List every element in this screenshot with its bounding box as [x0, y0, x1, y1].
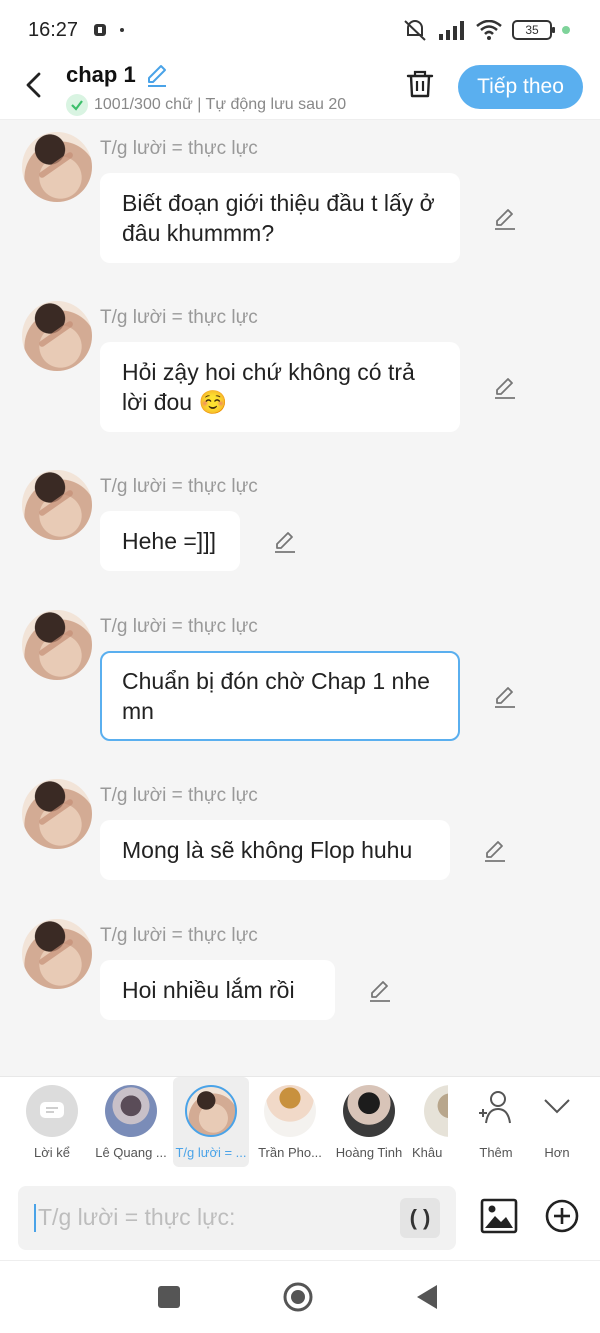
add-person-icon: [479, 1091, 511, 1124]
author-avatar[interactable]: [22, 470, 92, 540]
character-avatar: [105, 1085, 157, 1137]
message-author: T/g lười = thực lực: [100, 925, 258, 946]
home-icon[interactable]: [282, 1281, 314, 1313]
character-avatar: [424, 1085, 448, 1137]
next-button[interactable]: Tiếp theo: [458, 65, 583, 109]
author-avatar[interactable]: [22, 132, 92, 202]
character-khau[interactable]: Khâu: [410, 1077, 448, 1167]
message-bubble[interactable]: Hehe =]]]: [100, 511, 240, 571]
wifi-icon: [476, 20, 502, 40]
author-avatar[interactable]: [22, 919, 92, 989]
character-tg-luoi[interactable]: T/g lười = ...: [173, 1077, 249, 1167]
character-label: Hoàng Tinh: [335, 1145, 403, 1160]
parentheses-button[interactable]: ( ): [400, 1198, 440, 1238]
app-notification-icon: [94, 24, 107, 36]
battery-icon: 35: [512, 20, 555, 40]
trash-icon[interactable]: [404, 68, 436, 100]
chapter-title[interactable]: chap 1: [66, 62, 136, 88]
author-avatar[interactable]: [22, 610, 92, 680]
character-label: T/g lười = ...: [175, 1145, 247, 1160]
character-avatar: [343, 1085, 395, 1137]
recent-apps-icon[interactable]: [157, 1285, 181, 1309]
character-label: Hơn: [544, 1145, 570, 1160]
edit-title-pencil-icon[interactable]: [144, 62, 170, 88]
chevron-down-icon: [544, 1099, 570, 1114]
character-label: Khâu: [412, 1145, 443, 1160]
edit-message-pencil-icon[interactable]: [367, 978, 393, 1004]
chapter-title-block: chap 1 1001/300 chữ | Tự động lưu sau 20: [66, 62, 382, 116]
privacy-indicator-icon: [562, 26, 570, 34]
character-label: Thêm: [479, 1145, 513, 1160]
text-caret: [34, 1204, 36, 1232]
back-icon[interactable]: [415, 1283, 439, 1311]
message-author: T/g lười = thực lực: [100, 307, 258, 328]
character-narrator[interactable]: Lời kể: [14, 1077, 90, 1167]
character-tran-pho[interactable]: Trần Pho...: [252, 1077, 328, 1167]
signal-icon: [439, 21, 464, 40]
message-bubble[interactable]: Biết đoạn giới thiệu đầu t lấy ở đâu khu…: [100, 173, 460, 263]
narrator-icon: [26, 1085, 78, 1137]
message-bubble[interactable]: Hoi nhiều lắm rồi: [100, 960, 335, 1020]
composer-bar: T/g lười = thực lực: ( ): [0, 1176, 600, 1260]
edit-message-pencil-icon[interactable]: [272, 529, 298, 555]
image-icon[interactable]: [480, 1198, 518, 1234]
system-navigation-bar: [0, 1260, 600, 1333]
character-selector-bar: Lời kể Lê Quang ... T/g lười = ... Trần …: [0, 1076, 600, 1176]
character-hoang-tinh[interactable]: Hoàng Tinh: [331, 1077, 407, 1167]
author-avatar[interactable]: [22, 779, 92, 849]
status-dot-icon: [120, 28, 125, 32]
status-time: 16:27: [28, 18, 79, 41]
add-character-button[interactable]: Thêm: [460, 1077, 532, 1167]
message-input[interactable]: T/g lười = thực lực: ( ): [18, 1186, 456, 1250]
message-author: T/g lười = thực lực: [100, 616, 258, 637]
more-characters-button[interactable]: Hơn: [530, 1077, 584, 1167]
message-bubble[interactable]: Chuẩn bị đón chờ Chap 1 nhe mn: [100, 651, 460, 741]
character-label: Lê Quang ...: [95, 1145, 167, 1160]
message-bubble[interactable]: Mong là sẽ không Flop huhu: [100, 820, 450, 880]
character-avatar: [185, 1085, 237, 1137]
message-author: T/g lười = thực lực: [100, 785, 258, 806]
character-avatar: [264, 1085, 316, 1137]
message-bubble[interactable]: Hỏi zậy hoi chứ không có trả lời đou ☺️: [100, 342, 460, 432]
plus-circle-icon[interactable]: [544, 1198, 580, 1234]
author-avatar[interactable]: [22, 301, 92, 371]
back-arrow-icon[interactable]: [20, 70, 50, 100]
edit-message-pencil-icon[interactable]: [482, 838, 508, 864]
status-bar: 16:27 35: [0, 0, 600, 60]
message-author: T/g lười = thực lực: [100, 476, 258, 497]
character-le-quang[interactable]: Lê Quang ...: [93, 1077, 169, 1167]
mute-icon: [404, 20, 426, 41]
character-label: Trần Pho...: [258, 1145, 322, 1160]
word-count-autosave-text: 1001/300 chữ | Tự động lưu sau 20: [94, 96, 347, 113]
edit-message-pencil-icon[interactable]: [492, 206, 518, 232]
edit-message-pencil-icon[interactable]: [492, 375, 518, 401]
saved-check-icon: [66, 94, 88, 116]
message-author: T/g lười = thực lực: [100, 138, 258, 159]
editor-header: chap 1 1001/300 chữ | Tự động lưu sau 20…: [0, 60, 600, 120]
battery-level: 35: [525, 23, 539, 37]
message-input-placeholder: T/g lười = thực lực:: [38, 1204, 236, 1230]
edit-message-pencil-icon[interactable]: [492, 684, 518, 710]
character-label: Lời kể: [34, 1145, 70, 1160]
